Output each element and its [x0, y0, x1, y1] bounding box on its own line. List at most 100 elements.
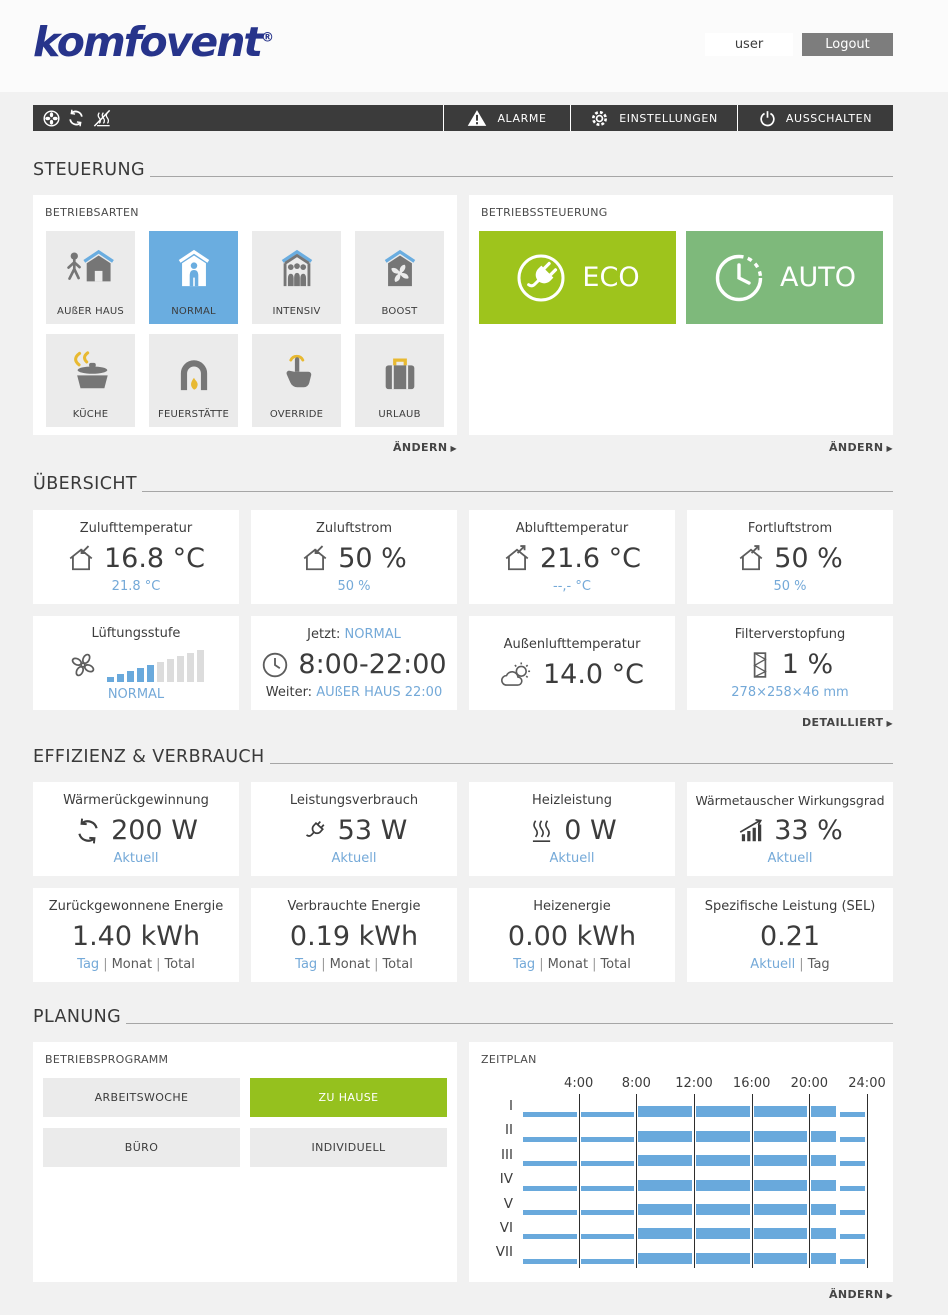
navbar-status-icons	[33, 105, 443, 131]
tag-link[interactable]: Tag	[808, 957, 830, 972]
mode-feuerstaette[interactable]: FEUERSTÄTTE	[149, 334, 238, 428]
tile-value: 53 W	[337, 815, 408, 847]
tile-value: 50 %	[774, 543, 843, 574]
auto-button[interactable]: AUTO	[686, 231, 883, 325]
auto-label: AUTO	[780, 262, 856, 294]
plug-icon	[301, 817, 329, 845]
mode-intensiv[interactable]: INTENSIV	[252, 231, 341, 325]
schedule-bar	[811, 1179, 837, 1191]
schedule-bar	[696, 1252, 750, 1264]
gear-icon	[590, 109, 609, 128]
username-input[interactable]	[705, 33, 793, 56]
nav-alarms-label: ALARME	[497, 111, 547, 125]
title-rule	[149, 176, 893, 178]
total-link[interactable]: Total	[600, 957, 630, 972]
logout-button[interactable]: Logout	[802, 33, 893, 56]
tile-title: Zurückgewonnene Energie	[48, 899, 224, 915]
mode-grid: AUßER HAUS NORMAL INTENSIV BOOST KÜCHE F…	[43, 231, 447, 428]
betriebsarten-label: BETRIEBSARTEN	[45, 206, 139, 220]
schedule-bar	[696, 1155, 750, 1167]
tile-title: Zuluftstrom	[316, 521, 392, 536]
mode-label: INTENSIV	[272, 306, 321, 318]
aktuell-link[interactable]: Aktuell	[114, 851, 159, 866]
section-effizienz-title: EFFIZIENZ & VERBRAUCH	[33, 746, 893, 767]
aktuell-link[interactable]: Aktuell	[768, 851, 813, 866]
schedule-bar	[580, 1136, 635, 1142]
mode-kueche[interactable]: KÜCHE	[46, 334, 135, 428]
fan-level-bar	[137, 667, 144, 682]
schedule-bar	[523, 1185, 577, 1191]
tile-title: Ablufttemperatur	[515, 521, 629, 536]
title-rule	[126, 1023, 893, 1024]
tile-title: Wärmetauscher Wirkungsgrad	[695, 793, 885, 809]
schedule-bar	[580, 1185, 635, 1191]
separator: |	[156, 957, 161, 973]
nav-alarms[interactable]: ALARME	[443, 105, 570, 131]
eco-button[interactable]: ECO	[479, 231, 676, 325]
section-uebersicht-title: ÜBERSICHT	[33, 474, 893, 495]
tag-link[interactable]: Tag	[77, 957, 99, 972]
monat-link[interactable]: Monat	[330, 957, 370, 972]
detailliert-link[interactable]: DETAILLIERT ▶	[802, 716, 893, 729]
aktuell-link[interactable]: Aktuell	[550, 851, 595, 866]
tile-leistungsverbrauch: Leistungsverbrauch 53 W Aktuell	[251, 781, 457, 876]
aendern-link[interactable]: ÄNDERN ▶	[829, 1288, 893, 1301]
tile-title: Zulufttemperatur	[79, 521, 193, 536]
betriebsarten-aendern-row: ÄNDERN ▶	[33, 441, 457, 455]
program-buero[interactable]: BÜRO	[43, 1128, 240, 1167]
filter-icon	[747, 651, 773, 679]
separator: |	[321, 957, 326, 973]
tile-sub-value: --,- °C	[553, 579, 591, 594]
zeitplan-chart: 4:00 8:00 12:00 16:00 20:00 24:00 I II III IV V VI…	[479, 1076, 886, 1268]
nav-power-label: AUSSCHALTEN	[785, 111, 873, 125]
tile-value: 0.00 kWh	[507, 921, 637, 953]
arrow-right-icon: ▶	[450, 444, 457, 454]
tile-value: 200 W	[111, 815, 198, 847]
tag-link[interactable]: Tag	[513, 957, 535, 972]
separator: |	[103, 957, 108, 973]
clock-circle-icon	[713, 252, 765, 304]
fireplace-icon	[169, 334, 219, 409]
mode-boost[interactable]: BOOST	[355, 231, 444, 325]
mode-override[interactable]: OVERRIDE	[252, 334, 341, 428]
tile-title: Wärmerückgewinnung	[63, 793, 209, 809]
aktuell-link[interactable]: Aktuell	[332, 851, 377, 866]
fan-icon	[43, 109, 60, 127]
nav-settings[interactable]: EINSTELLUNGEN	[570, 105, 737, 131]
power-icon	[759, 110, 776, 127]
total-link[interactable]: Total	[164, 957, 194, 972]
tile-value: 0 W	[564, 815, 617, 847]
mode-urlaub[interactable]: URLAUB	[355, 334, 444, 428]
heat-icon	[527, 817, 555, 845]
aendern-link[interactable]: ÄNDERN ▶	[829, 441, 893, 454]
section-title: ÜBERSICHT	[33, 474, 137, 495]
program-arbeitswoche[interactable]: ARBEITSWOCHE	[43, 1078, 240, 1117]
warning-icon	[467, 109, 487, 127]
override-icon	[272, 334, 322, 409]
heater-off-icon	[92, 109, 112, 127]
schedule-row-label: IV	[499, 1171, 513, 1188]
axis-tick: 20:00	[790, 1076, 829, 1091]
monat-link[interactable]: Monat	[112, 957, 152, 972]
monat-link[interactable]: Monat	[548, 957, 588, 972]
nav-power[interactable]: AUSSCHALTEN	[737, 105, 893, 131]
schedule-bar	[580, 1258, 635, 1264]
tag-link[interactable]: Tag	[295, 957, 317, 972]
mode-normal[interactable]: NORMAL	[149, 231, 238, 325]
schedule-bar	[523, 1258, 577, 1264]
schedule-bar	[753, 1228, 808, 1240]
total-link[interactable]: Total	[382, 957, 412, 972]
aendern-link[interactable]: ÄNDERN ▶	[393, 441, 457, 454]
aktuell-link[interactable]: Aktuell	[750, 957, 795, 972]
program-grid: ARBEITSWOCHE ZU HAUSE BÜRO INDIVIDUELL	[43, 1078, 447, 1167]
mode-ausser-haus[interactable]: AUßER HAUS	[46, 231, 135, 325]
komfovent-logo: komfovent®	[33, 18, 274, 66]
program-zu-hause[interactable]: ZU HAUSE	[250, 1078, 447, 1117]
tile-value: 33 %	[774, 815, 843, 847]
schedule-row-label: II	[505, 1122, 513, 1139]
program-individuell[interactable]: INDIVIDUELL	[250, 1128, 447, 1167]
section-title: EFFIZIENZ & VERBRAUCH	[33, 746, 265, 767]
gridline	[867, 1094, 868, 1268]
axis-tick: 16:00	[732, 1076, 771, 1091]
schedule-bar	[523, 1136, 577, 1142]
